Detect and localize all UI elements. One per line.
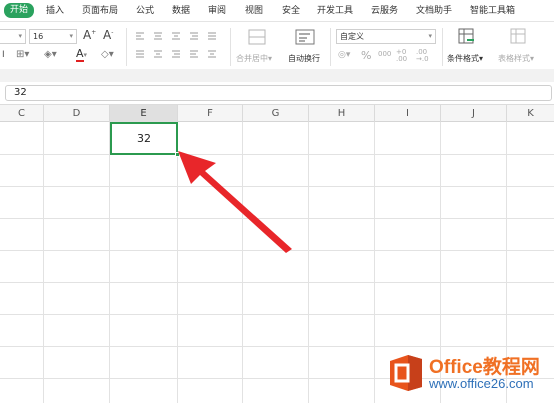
watermark-title: Office教程网 xyxy=(429,357,540,378)
office-logo-icon xyxy=(390,355,422,391)
watermark: Office教程网 www.office26.com xyxy=(386,351,552,399)
annotation-arrow-icon xyxy=(178,151,292,253)
watermark-url: www.office26.com xyxy=(429,376,534,391)
